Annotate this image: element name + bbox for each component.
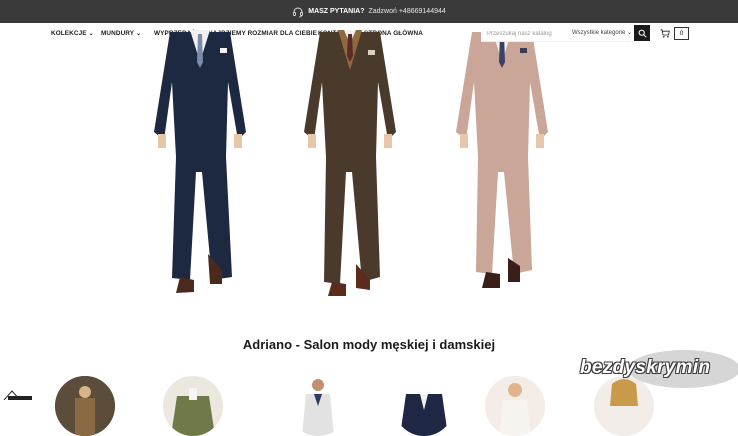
chevron-down-icon: ⌄ [88, 31, 94, 37]
category-image [288, 376, 348, 436]
category-circle-5[interactable] [485, 376, 545, 436]
nav-item-label: MUNDURY [101, 30, 135, 37]
nav-item-label: KOLEKCJE [51, 30, 87, 37]
search-button[interactable] [634, 25, 650, 41]
cart-button[interactable]: 0 [660, 26, 689, 40]
phone-text[interactable]: Zadzwoń +48669144944 [369, 8, 446, 15]
category-select-label: Wszystkie kategorie [572, 30, 626, 36]
category-image [163, 376, 223, 436]
top-announcement-bar: MASZ PYTANIA? Zadzwoń +48669144944 [0, 0, 738, 23]
category-circle-4[interactable] [394, 376, 454, 436]
nav-item-mundury[interactable]: MUNDURY ⌄ [101, 30, 141, 37]
navy-suit-image [154, 30, 246, 293]
category-image [485, 376, 545, 436]
category-select[interactable]: Wszystkie kategorie ⌄ [572, 29, 632, 36]
question-text: MASZ PYTANIA? [308, 8, 365, 15]
bag-icon[interactable] [2, 389, 32, 400]
category-image [55, 376, 115, 436]
category-circle-1[interactable] [55, 376, 115, 436]
brown-suit-image [304, 30, 396, 296]
headset-icon [292, 6, 304, 18]
watermark-text: bezdyskrymin [580, 357, 711, 378]
cart-count-badge: 0 [674, 26, 689, 40]
category-circle-3[interactable] [288, 376, 348, 436]
search-icon [638, 29, 647, 38]
chevron-down-icon: ⌄ [627, 30, 633, 36]
category-image [394, 376, 454, 436]
cart-icon [660, 28, 670, 38]
category-circle-2[interactable] [163, 376, 223, 436]
chevron-down-icon: ⌄ [136, 31, 142, 37]
nav-item-kolekcje[interactable]: KOLEKCJE ⌄ [51, 30, 94, 37]
beige-suit-image [456, 30, 548, 288]
search-input[interactable] [485, 27, 567, 41]
search-bar: Wszystkie kategorie ⌄ [481, 25, 632, 42]
